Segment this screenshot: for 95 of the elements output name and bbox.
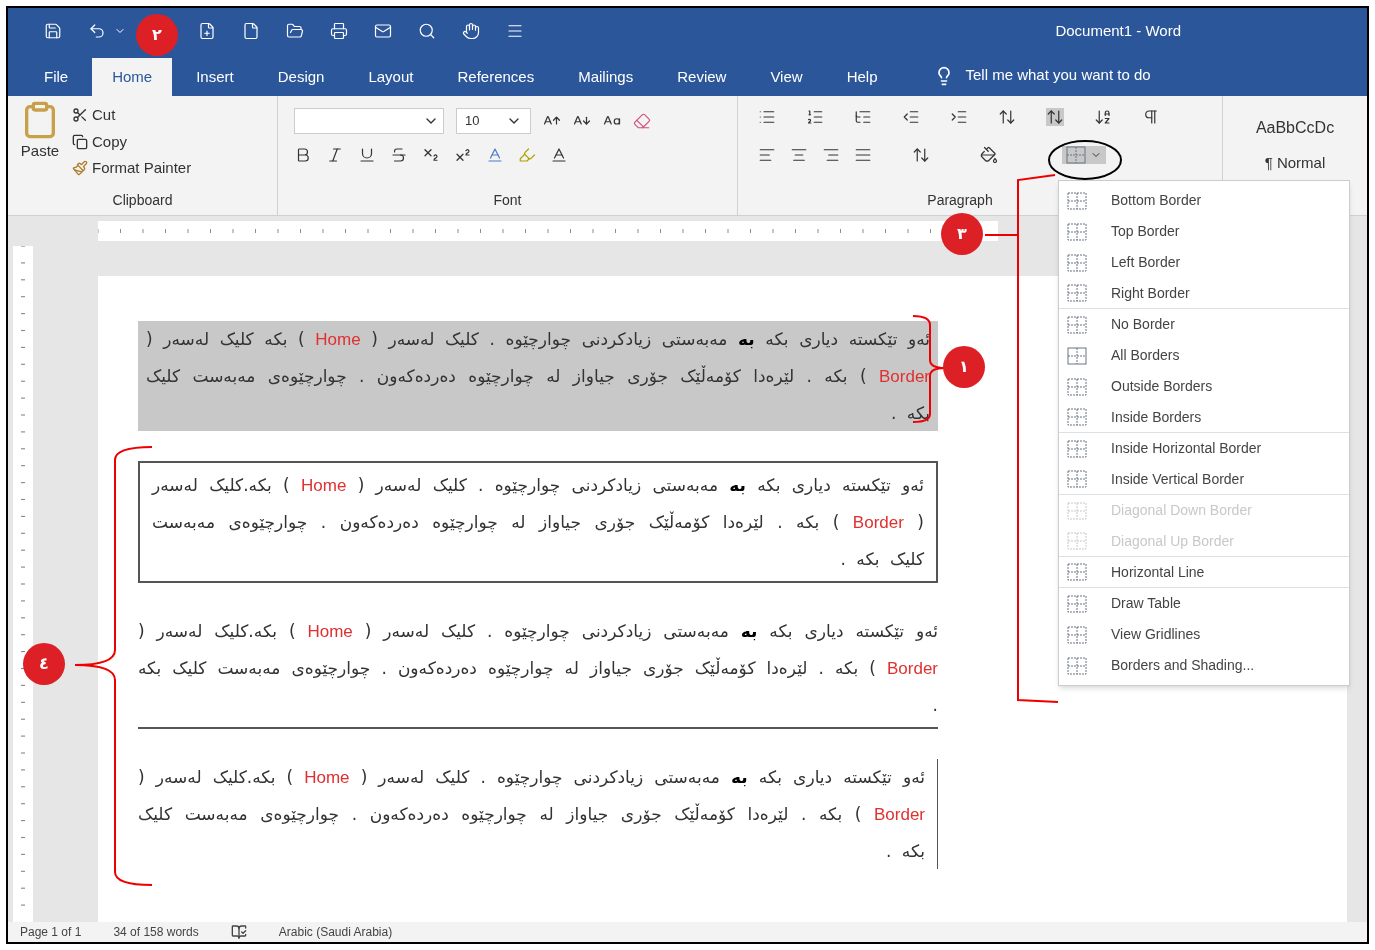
border-icon (1067, 501, 1087, 520)
menu-item[interactable]: All Borders (1059, 340, 1349, 371)
page-icon[interactable] (242, 22, 260, 40)
menu-item[interactable]: View Gridlines (1059, 619, 1349, 650)
bullets-icon[interactable] (758, 108, 776, 126)
search-icon[interactable] (418, 22, 436, 40)
border-icon (1067, 253, 1087, 272)
paste-label[interactable]: Paste (20, 140, 60, 163)
border-icon (1067, 532, 1087, 550)
mail-icon[interactable] (374, 22, 392, 40)
increase-indent-icon[interactable] (950, 108, 968, 126)
underline-icon[interactable] (358, 146, 376, 164)
group-label: Clipboard (111, 191, 174, 210)
align-right-icon[interactable] (822, 146, 840, 164)
save-icon[interactable] (44, 22, 62, 40)
group-label: Font (492, 191, 523, 210)
ribbon-tab[interactable]: Design (257, 58, 345, 96)
border-icon (1067, 439, 1087, 458)
touch-icon[interactable] (462, 22, 480, 40)
font-name-field[interactable] (294, 108, 444, 134)
word-count[interactable]: 34 of 158 words (113, 923, 199, 941)
decrease-indent-icon[interactable] (902, 108, 920, 126)
scissors-icon[interactable] (72, 107, 88, 124)
menu-item[interactable]: Draw Table (1059, 588, 1349, 619)
clear-format-icon[interactable] (633, 112, 651, 130)
border-icon (1066, 146, 1086, 164)
new-file-icon[interactable] (198, 22, 216, 40)
line-spacing-icon[interactable] (912, 146, 930, 164)
subscript-icon[interactable] (422, 146, 440, 164)
menu-icon[interactable] (506, 22, 524, 40)
pilcrow-icon[interactable] (1142, 108, 1160, 126)
ribbon-tab[interactable]: Insert (176, 58, 254, 96)
shading-icon[interactable] (980, 146, 998, 164)
tell-me-field[interactable]: Tell me what you want to do (965, 63, 1151, 86)
menu-item[interactable]: Top Border (1059, 216, 1349, 247)
menu-item[interactable]: Inside Horizontal Border (1059, 433, 1349, 464)
menu-item[interactable]: Bottom Border (1059, 185, 1349, 216)
ribbon-tab[interactable]: Mailings (558, 58, 654, 96)
copy-icon[interactable] (72, 133, 88, 150)
multilevel-list-icon[interactable] (854, 108, 872, 126)
menu-item[interactable]: Inside Borders (1059, 402, 1349, 433)
printer-icon[interactable] (330, 22, 348, 40)
style-name[interactable]: ¶ Normal (1264, 152, 1326, 175)
italic-icon[interactable] (326, 146, 344, 164)
ribbon-tab[interactable]: References (437, 58, 555, 96)
align-left-icon[interactable] (758, 146, 776, 164)
menu-item[interactable]: Borders and Shading... (1059, 650, 1349, 681)
text-effects-icon[interactable] (486, 146, 504, 164)
page-count[interactable]: Page 1 of 1 (20, 923, 82, 941)
numbering-icon[interactable] (806, 108, 824, 126)
border-icon (1067, 563, 1087, 581)
border-icon (1067, 625, 1087, 644)
copy-label[interactable]: Copy (92, 130, 128, 153)
window-title: Document1 - Word (1055, 20, 1181, 41)
style-preview[interactable]: AaBbCcDc (1255, 116, 1335, 140)
group-label: Paragraph (927, 191, 993, 210)
undo-icon[interactable] (88, 22, 106, 40)
sort-icon[interactable] (1094, 108, 1112, 126)
strikethrough-icon[interactable] (390, 146, 408, 164)
proofing-icon[interactable] (230, 924, 247, 940)
language-label[interactable]: Arabic (Saudi Arabia) (278, 923, 393, 941)
border-icon (1067, 315, 1087, 334)
format-painter-label[interactable]: Format Painter (92, 157, 192, 180)
border-icon (1067, 222, 1087, 241)
font-size-value: 10 (465, 112, 480, 131)
menu-item[interactable]: Left Border (1059, 247, 1349, 278)
font-color-icon[interactable] (550, 146, 568, 164)
brush-icon[interactable] (72, 160, 88, 177)
ribbon-tab[interactable]: Home (92, 58, 173, 96)
border-icon (1067, 594, 1087, 613)
menu-item[interactable]: No Border (1059, 309, 1349, 340)
menu-item[interactable]: Horizontal Line (1059, 557, 1349, 588)
menu-item[interactable]: Right Border (1059, 278, 1349, 309)
superscript-icon[interactable] (454, 146, 472, 164)
cut-label[interactable]: Cut (92, 104, 116, 127)
border-icon (1067, 408, 1087, 426)
rtl-icon[interactable] (1046, 108, 1064, 126)
justify-icon[interactable] (854, 146, 872, 164)
border-icon (1067, 284, 1087, 302)
border-icon (1067, 656, 1087, 675)
menu-item[interactable]: Inside Vertical Border (1059, 464, 1349, 495)
border-icon (1067, 377, 1087, 396)
border-icon (1067, 346, 1087, 365)
ribbon-tab[interactable]: View (750, 58, 823, 96)
ribbon-tab[interactable]: Help (826, 58, 898, 96)
align-center-icon[interactable] (790, 146, 808, 164)
border-icon (1067, 470, 1087, 488)
font-size-field[interactable]: 10 (456, 108, 531, 134)
ltr-icon[interactable] (998, 108, 1016, 126)
ribbon-tab[interactable]: Review (657, 58, 747, 96)
ribbon-tab[interactable]: File (24, 58, 89, 96)
border-icon (1067, 191, 1087, 210)
folder-icon[interactable] (286, 22, 304, 40)
ribbon-tab[interactable]: Layout (348, 58, 434, 96)
menu-item[interactable]: Outside Borders (1059, 371, 1349, 402)
